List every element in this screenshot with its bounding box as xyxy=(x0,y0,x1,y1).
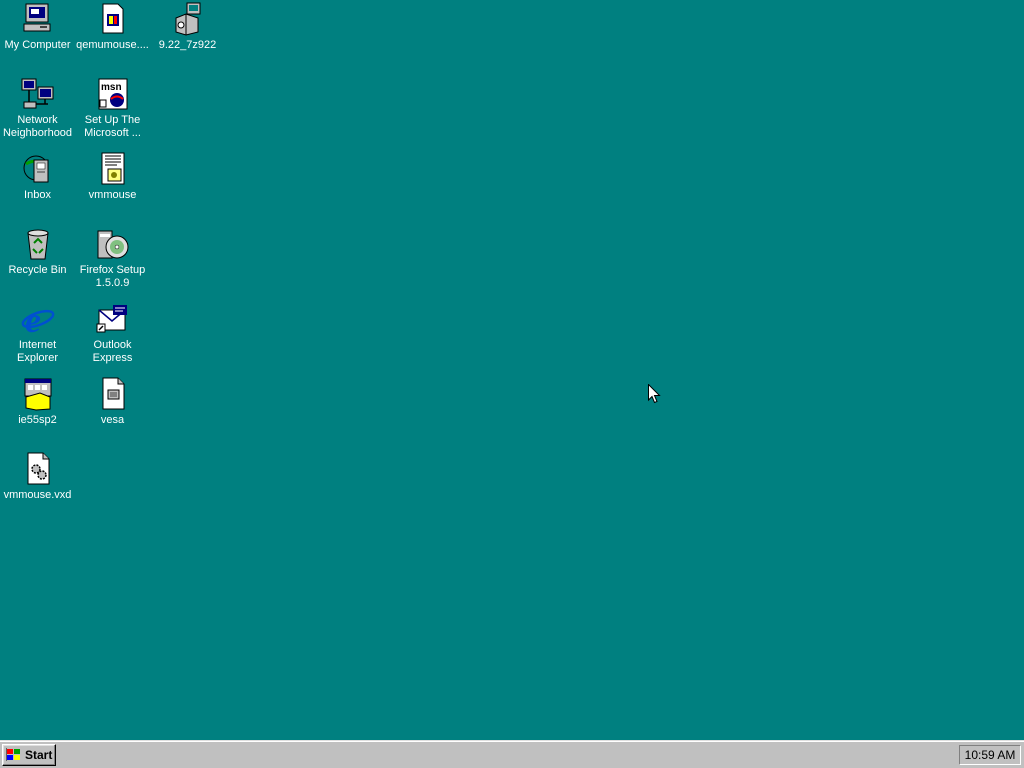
icon-label: Set Up The Microsoft ... xyxy=(84,114,141,139)
desktop-icon-vesa[interactable]: vesa xyxy=(75,377,150,427)
icon-label: My Computer xyxy=(4,39,71,51)
desktop-icon-qemumouse[interactable]: qemumouse.... xyxy=(75,2,150,52)
icon-label: Recycle Bin xyxy=(8,264,67,276)
recycle-bin-icon xyxy=(20,227,56,261)
inbox-icon xyxy=(20,152,56,186)
icon-label: vesa xyxy=(100,414,125,426)
system-tray: 10:59 AM xyxy=(959,745,1021,765)
desktop: My Computer qemumouse.... 9.22_7z922 Net… xyxy=(0,0,1024,740)
outlook-express-icon xyxy=(95,302,131,336)
icon-label: Network Neighborhood xyxy=(2,114,73,139)
icon-label: Inbox xyxy=(24,189,51,201)
msn-setup-icon: msn xyxy=(95,77,131,111)
ie-setup-icon xyxy=(20,377,56,411)
network-neighborhood-icon xyxy=(20,77,56,111)
desktop-icon-inbox[interactable]: Inbox xyxy=(0,152,75,202)
desktop-icon-recycle-bin[interactable]: Recycle Bin xyxy=(0,227,75,277)
icon-label: Internet Explorer xyxy=(17,339,58,364)
icon-label: Firefox Setup 1.5.0.9 xyxy=(79,264,146,289)
firefox-setup-icon xyxy=(95,227,131,261)
desktop-icon-network-neighborhood[interactable]: Network Neighborhood xyxy=(0,77,75,140)
setup-file-icon xyxy=(95,2,131,36)
desktop-icon-7z922[interactable]: 9.22_7z922 xyxy=(150,2,225,52)
desktop-icon-firefox-setup[interactable]: Firefox Setup 1.5.0.9 xyxy=(75,227,150,290)
start-button[interactable]: Start xyxy=(2,744,56,766)
desktop-icon-vmmouse-vxd[interactable]: vmmouse.vxd xyxy=(0,452,75,502)
icon-label: ie55sp2 xyxy=(18,414,57,426)
taskbar: Start 10:59 AM xyxy=(0,740,1024,768)
document-file-icon xyxy=(95,377,131,411)
installer-package-icon xyxy=(170,2,206,36)
icon-label: Outlook Express xyxy=(92,339,133,364)
desktop-icon-set-up-msn[interactable]: msn Set Up The Microsoft ... xyxy=(75,77,150,140)
desktop-icon-outlook-express[interactable]: Outlook Express xyxy=(75,302,150,365)
desktop-icon-ie55sp2[interactable]: ie55sp2 xyxy=(0,377,75,427)
system-file-icon xyxy=(20,452,56,486)
svg-text:msn: msn xyxy=(101,82,122,93)
icon-label: 9.22_7z922 xyxy=(158,39,217,51)
my-computer-icon xyxy=(20,2,56,36)
icon-label: vmmouse xyxy=(88,189,137,201)
clock[interactable]: 10:59 AM xyxy=(965,748,1016,762)
internet-explorer-icon: e xyxy=(20,302,56,336)
desktop-icon-internet-explorer[interactable]: e Internet Explorer xyxy=(0,302,75,365)
icon-label: vmmouse.vxd xyxy=(3,489,72,501)
desktop-icon-vmmouse[interactable]: vmmouse xyxy=(75,152,150,202)
icon-label: qemumouse.... xyxy=(76,39,149,51)
windows-logo-icon xyxy=(6,748,20,761)
start-label: Start xyxy=(25,748,53,762)
desktop-icon-my-computer[interactable]: My Computer xyxy=(0,2,75,52)
mouse-pointer-icon xyxy=(648,384,661,404)
setup-information-file-icon xyxy=(95,152,131,186)
